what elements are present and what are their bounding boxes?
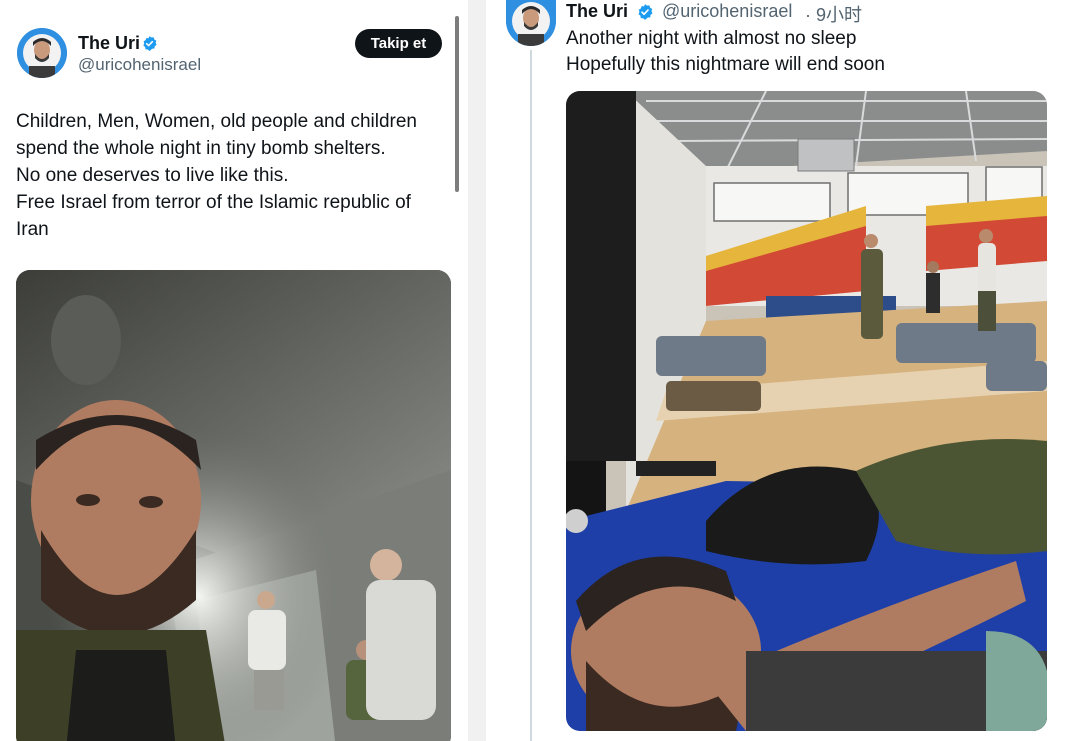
tweet-line: Iran: [16, 219, 49, 240]
right-author-avatar[interactable]: [506, 0, 556, 46]
right-tweet-text: Another night with almost no sleep Hopef…: [566, 26, 885, 78]
tweet-line: Free Israel from terror of the Islamic r…: [16, 192, 411, 213]
verified-badge-icon: [143, 36, 157, 51]
follow-button[interactable]: Takip et: [355, 29, 442, 58]
left-author-name[interactable]: The Uri: [78, 33, 140, 54]
tweet-timestamp[interactable]: · 9小时: [805, 1, 862, 27]
left-author-avatar[interactable]: [17, 28, 67, 78]
verified-badge-icon: [638, 4, 653, 20]
right-author-handle[interactable]: @uricohenisrael: [662, 1, 792, 22]
tweet-line: Hopefully this nightmare will end soon: [566, 54, 885, 75]
panel-divider: [468, 0, 486, 741]
left-author-handle[interactable]: @uricohenisrael: [78, 55, 201, 75]
tweet-line: Another night with almost no sleep: [566, 28, 857, 49]
tweet-line: No one deserves to live like this.: [16, 165, 289, 186]
right-author-name[interactable]: The Uri: [566, 1, 628, 22]
left-tweet-panel: The Uri @uricohenisrael Takip et Childre…: [0, 0, 468, 741]
thread-connector-line: [530, 50, 532, 741]
scrollbar-thumb[interactable]: [455, 16, 459, 192]
left-tweet-text: Children, Men, Women, old people and chi…: [16, 108, 417, 243]
tweet-line: spend the whole night in tiny bomb shelt…: [16, 138, 386, 159]
tweet-line: Children, Men, Women, old people and chi…: [16, 111, 417, 132]
gym-shelter-photo[interactable]: [566, 91, 1047, 731]
bomb-shelter-photo[interactable]: [16, 270, 451, 741]
